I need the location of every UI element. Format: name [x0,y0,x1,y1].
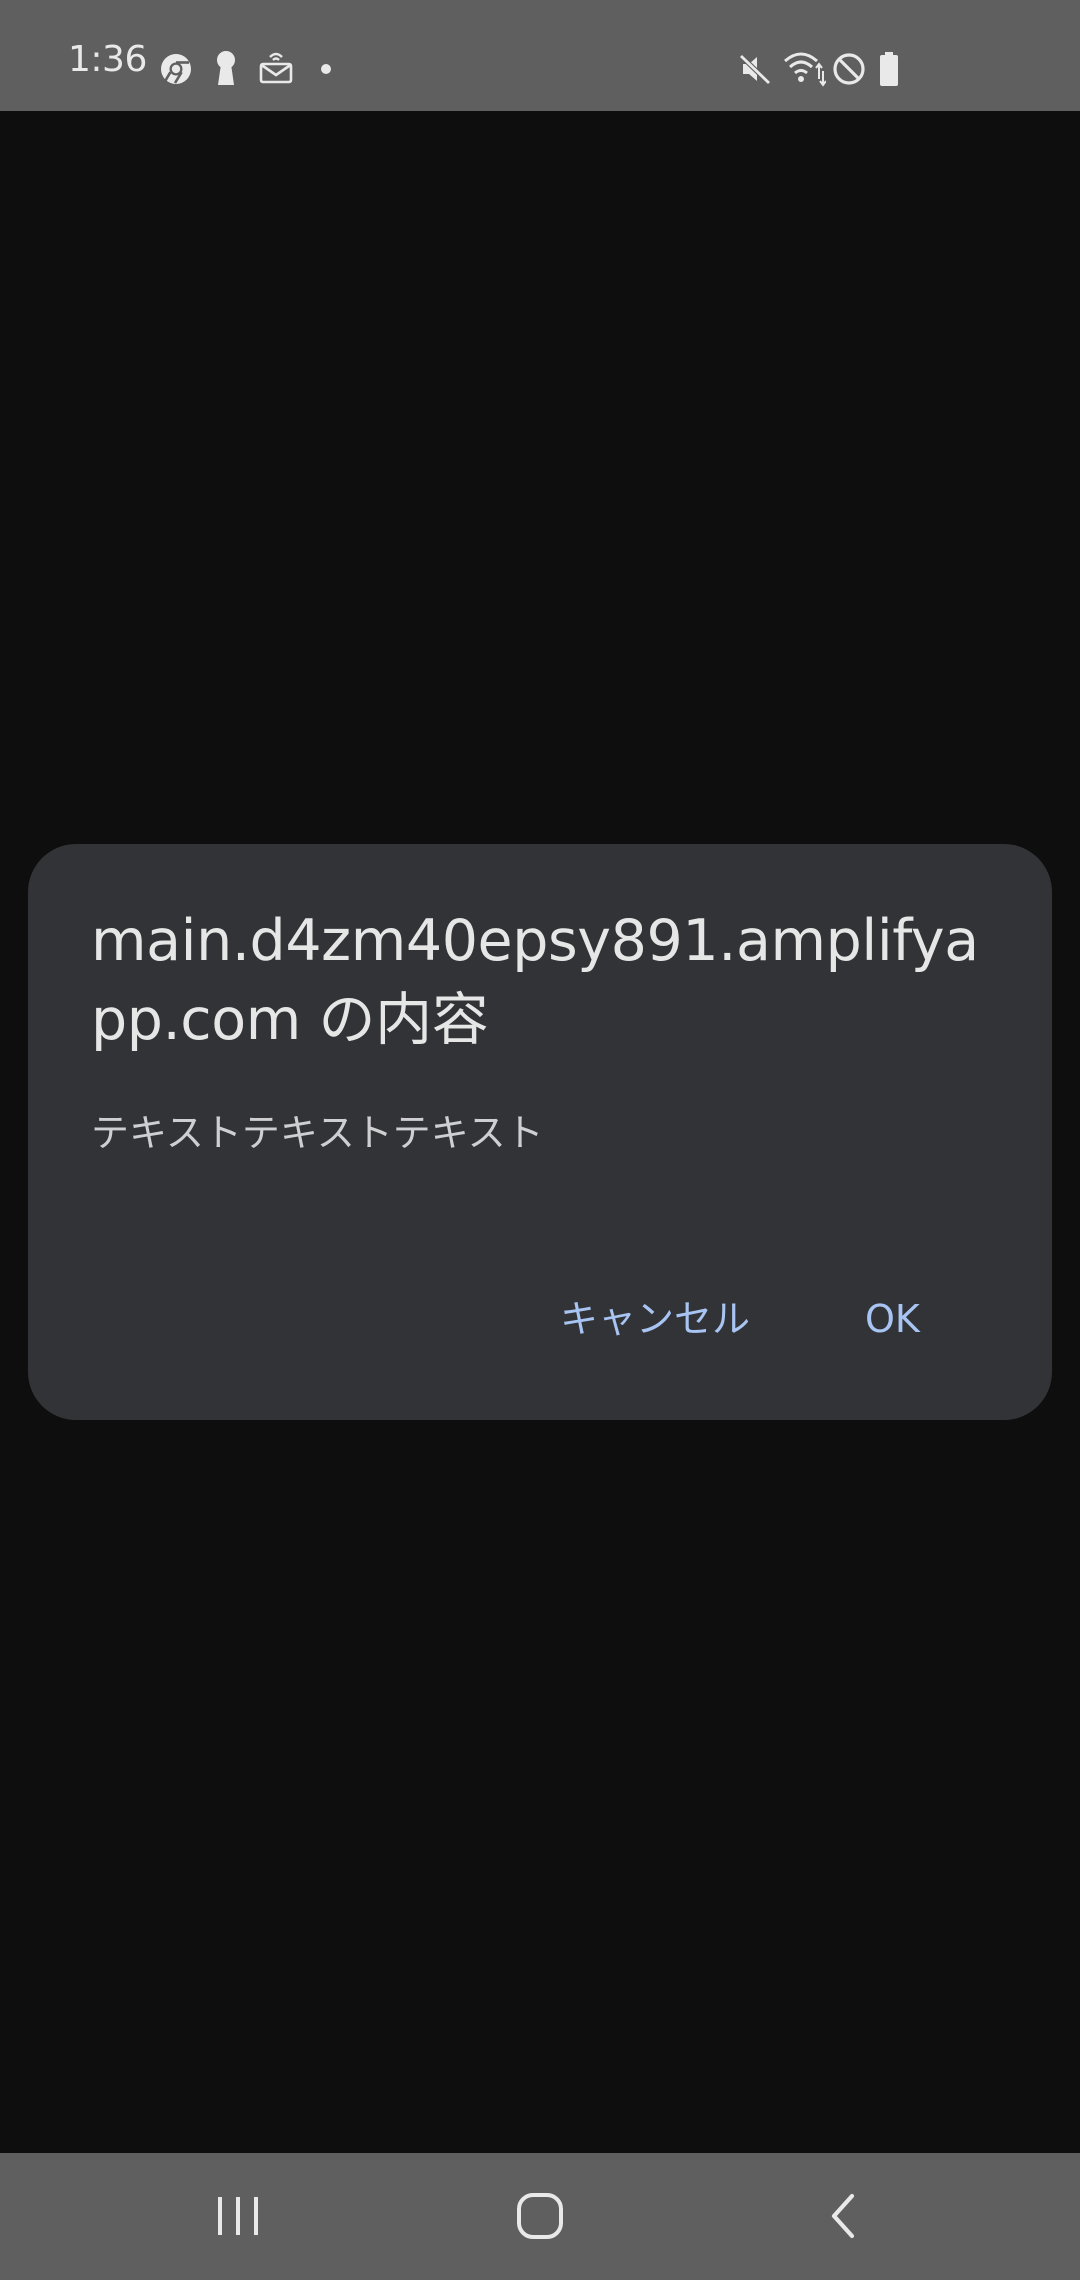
back-button[interactable] [783,2171,903,2261]
chrome-icon [161,54,191,84]
home-icon [517,2193,563,2239]
notification-dot-icon [321,64,331,74]
back-icon [831,2193,855,2239]
ok-button[interactable]: OK [851,1284,934,1354]
mail-icon [259,52,293,84]
dialog-title: main.d4zm40epsy891.amplifyapp.com の内容 [91,908,979,1053]
status-time: 1:36 [68,39,147,80]
recents-icon [218,2197,258,2235]
navigation-bar [0,2153,1080,2280]
wifi-icon [784,52,826,87]
keyhole-icon [217,51,235,85]
mute-icon [739,54,771,85]
status-bar: 1:36 [0,0,1080,111]
home-button[interactable] [480,2171,600,2261]
battery-icon [880,52,898,86]
alert-dialog: main.d4zm40epsy891.amplifyapp.com の内容 テキ… [28,844,1052,1420]
cancel-button[interactable]: キャンセル [546,1284,764,1354]
dialog-message: テキストテキストテキスト [91,1111,544,1155]
recents-button[interactable] [178,2171,298,2261]
do-not-disturb-icon [833,53,865,85]
